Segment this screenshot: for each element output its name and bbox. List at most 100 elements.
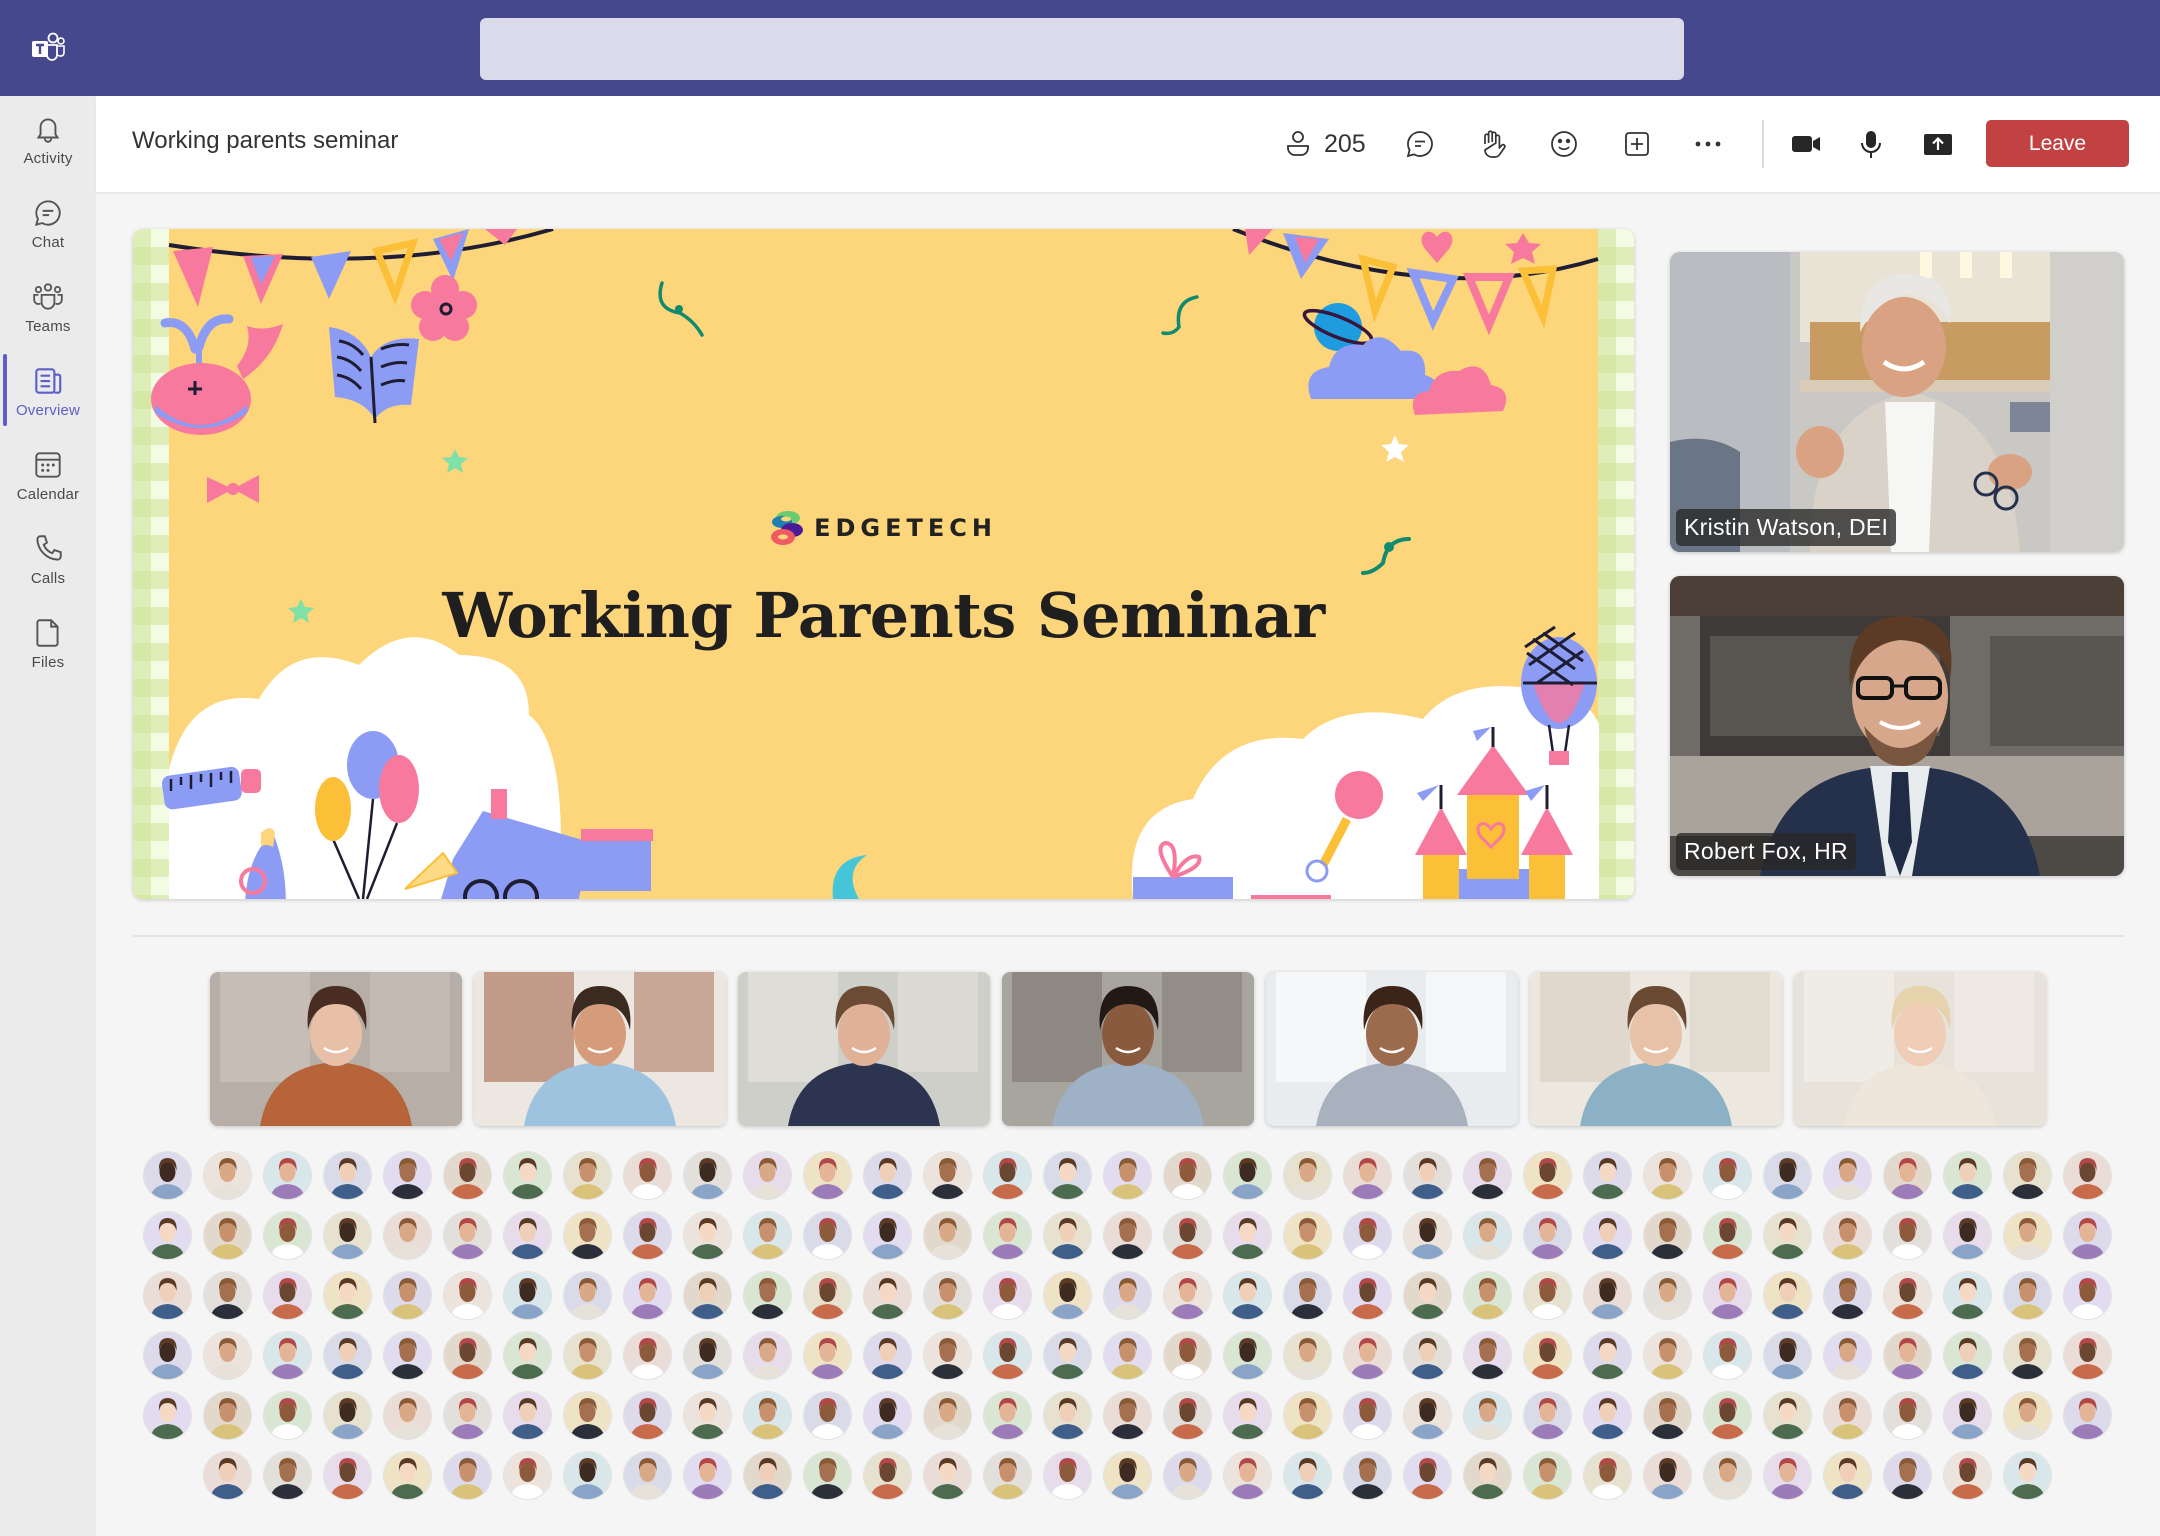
attendee-avatar[interactable] bbox=[1884, 1332, 1931, 1379]
attendee-avatar[interactable] bbox=[564, 1392, 611, 1439]
attendee-avatar[interactable] bbox=[1764, 1452, 1811, 1499]
attendee-avatar[interactable] bbox=[1824, 1332, 1871, 1379]
attendee-avatar[interactable] bbox=[1284, 1332, 1331, 1379]
attendee-avatar[interactable] bbox=[924, 1452, 971, 1499]
attendee-avatar[interactable] bbox=[1284, 1392, 1331, 1439]
attendee-avatar[interactable] bbox=[504, 1152, 551, 1199]
attendee-avatar[interactable] bbox=[744, 1152, 791, 1199]
attendee-avatar[interactable] bbox=[864, 1272, 911, 1319]
attendee-avatar[interactable] bbox=[204, 1332, 251, 1379]
attendee-avatar[interactable] bbox=[324, 1332, 371, 1379]
attendee-avatar[interactable] bbox=[1884, 1452, 1931, 1499]
attendee-avatar[interactable] bbox=[1944, 1272, 1991, 1319]
speaker-tile-1[interactable]: Kristin Watson, DEI bbox=[1670, 252, 2124, 552]
attendee-avatar[interactable] bbox=[144, 1212, 191, 1259]
attendee-avatar[interactable] bbox=[1464, 1392, 1511, 1439]
teams-logo-icon[interactable] bbox=[30, 32, 66, 64]
attendee-avatar[interactable] bbox=[1704, 1212, 1751, 1259]
rail-item-teams[interactable]: Teams bbox=[0, 268, 96, 352]
attendee-avatar[interactable] bbox=[624, 1272, 671, 1319]
attendee-avatar[interactable] bbox=[1224, 1392, 1271, 1439]
attendee-avatar[interactable] bbox=[564, 1272, 611, 1319]
attendee-avatar[interactable] bbox=[1584, 1152, 1631, 1199]
attendee-avatar[interactable] bbox=[444, 1332, 491, 1379]
attendee-avatar[interactable] bbox=[324, 1152, 371, 1199]
attendee-avatar[interactable] bbox=[1464, 1452, 1511, 1499]
attendee-avatar[interactable] bbox=[1824, 1152, 1871, 1199]
attendee-avatar[interactable] bbox=[1884, 1212, 1931, 1259]
attendee-avatar[interactable] bbox=[1464, 1272, 1511, 1319]
attendee-avatar[interactable] bbox=[1104, 1152, 1151, 1199]
attendee-avatar[interactable] bbox=[744, 1332, 791, 1379]
attendee-avatar[interactable] bbox=[1044, 1152, 1091, 1199]
participants-button[interactable]: 205 bbox=[1282, 124, 1366, 164]
attendee-avatar[interactable] bbox=[1944, 1152, 1991, 1199]
attendee-avatar[interactable] bbox=[1164, 1212, 1211, 1259]
attendee-avatar[interactable] bbox=[804, 1392, 851, 1439]
attendee-avatar[interactable] bbox=[1704, 1452, 1751, 1499]
attendee-avatar[interactable] bbox=[1344, 1452, 1391, 1499]
attendee-avatar[interactable] bbox=[1224, 1272, 1271, 1319]
participant-video-tile[interactable] bbox=[1794, 972, 2046, 1126]
attendee-avatar[interactable] bbox=[1224, 1332, 1271, 1379]
attendee-avatar[interactable] bbox=[1764, 1272, 1811, 1319]
attendee-avatar[interactable] bbox=[1944, 1332, 1991, 1379]
attendee-avatar[interactable] bbox=[264, 1272, 311, 1319]
attendee-avatar[interactable] bbox=[1944, 1452, 1991, 1499]
attendee-avatar[interactable] bbox=[984, 1272, 1031, 1319]
attendee-avatar[interactable] bbox=[1044, 1272, 1091, 1319]
attendee-avatar[interactable] bbox=[564, 1452, 611, 1499]
attendee-avatar[interactable] bbox=[804, 1332, 851, 1379]
reactions-button[interactable] bbox=[1548, 124, 1580, 164]
attendee-avatar[interactable] bbox=[684, 1212, 731, 1259]
attendee-avatar[interactable] bbox=[1944, 1392, 1991, 1439]
attendee-avatar[interactable] bbox=[384, 1392, 431, 1439]
attendee-avatar[interactable] bbox=[204, 1212, 251, 1259]
attendee-avatar[interactable] bbox=[384, 1272, 431, 1319]
attendee-avatar[interactable] bbox=[1524, 1212, 1571, 1259]
attendee-avatar[interactable] bbox=[504, 1272, 551, 1319]
attendee-avatar[interactable] bbox=[384, 1332, 431, 1379]
attendee-avatar[interactable] bbox=[1944, 1212, 1991, 1259]
attendee-avatar[interactable] bbox=[1824, 1212, 1871, 1259]
share-screen-button[interactable] bbox=[1922, 124, 1954, 164]
attendee-avatar[interactable] bbox=[684, 1392, 731, 1439]
attendee-avatar[interactable] bbox=[984, 1332, 1031, 1379]
participant-video-tile[interactable] bbox=[738, 972, 990, 1126]
attendee-avatar[interactable] bbox=[1344, 1332, 1391, 1379]
attendee-avatar[interactable] bbox=[924, 1332, 971, 1379]
attendee-avatar[interactable] bbox=[924, 1212, 971, 1259]
attendee-avatar[interactable] bbox=[444, 1452, 491, 1499]
attendee-avatar[interactable] bbox=[264, 1212, 311, 1259]
attendee-avatar[interactable] bbox=[624, 1452, 671, 1499]
attendee-avatar[interactable] bbox=[1404, 1212, 1451, 1259]
attendee-avatar[interactable] bbox=[864, 1452, 911, 1499]
attendee-avatar[interactable] bbox=[924, 1392, 971, 1439]
attendee-avatar[interactable] bbox=[1344, 1272, 1391, 1319]
attendee-avatar[interactable] bbox=[1764, 1152, 1811, 1199]
attendee-avatar[interactable] bbox=[264, 1332, 311, 1379]
attendee-avatar[interactable] bbox=[564, 1212, 611, 1259]
participant-video-tile[interactable] bbox=[1266, 972, 1518, 1126]
attendee-avatar[interactable] bbox=[684, 1332, 731, 1379]
rail-item-overview[interactable]: Overview bbox=[0, 352, 96, 436]
attendee-avatar[interactable] bbox=[984, 1452, 1031, 1499]
attendee-avatar[interactable] bbox=[1764, 1212, 1811, 1259]
attendee-avatar[interactable] bbox=[804, 1452, 851, 1499]
attendee-avatar[interactable] bbox=[1344, 1212, 1391, 1259]
attendee-avatar[interactable] bbox=[2004, 1212, 2051, 1259]
attendee-avatar[interactable] bbox=[1704, 1332, 1751, 1379]
attendee-avatar[interactable] bbox=[1164, 1332, 1211, 1379]
attendee-avatar[interactable] bbox=[1404, 1392, 1451, 1439]
attendee-avatar[interactable] bbox=[1824, 1392, 1871, 1439]
attendee-avatar[interactable] bbox=[924, 1272, 971, 1319]
rail-item-calendar[interactable]: Calendar bbox=[0, 436, 96, 520]
attendee-avatar[interactable] bbox=[624, 1332, 671, 1379]
attendee-avatar[interactable] bbox=[984, 1152, 1031, 1199]
attendee-avatar[interactable] bbox=[1644, 1452, 1691, 1499]
attendee-avatar[interactable] bbox=[1224, 1452, 1271, 1499]
attendee-avatar[interactable] bbox=[1764, 1332, 1811, 1379]
participant-video-tile[interactable] bbox=[210, 972, 462, 1126]
speaker-tile-2[interactable]: Robert Fox, HR bbox=[1670, 576, 2124, 876]
attendee-avatar[interactable] bbox=[1464, 1332, 1511, 1379]
